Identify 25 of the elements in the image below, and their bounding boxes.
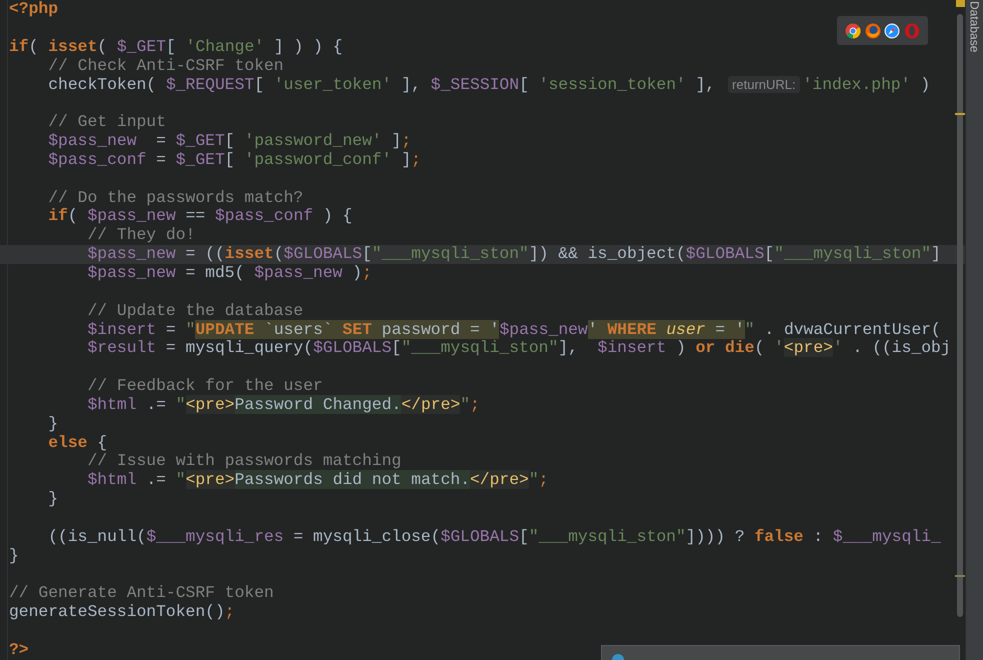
warning-marker (955, 575, 965, 577)
ring-icon[interactable] (844, 22, 861, 38)
code-line: // Get input (47, 111, 166, 133)
code-line: 'index.php' ) (802, 74, 930, 96)
code-line: // Do the passwords match? (47, 186, 304, 208)
warning-marker (955, 113, 965, 115)
globe-icon[interactable] (864, 22, 881, 38)
code-line: ?> (9, 638, 29, 660)
code-line: } (9, 544, 19, 567)
compass-icon[interactable] (884, 22, 900, 38)
code-line: $result = mysqli_query($GLOBALS["___mysqli_ston"], $insert ) or die( '<pre>' . ((is_obj (86, 338, 951, 360)
code-line: $html .= "<pre>Passwords did not match.</pre>"; (86, 469, 548, 492)
scrollbar-thumb[interactable] (957, 14, 963, 617)
code-line: // They do! (86, 224, 196, 246)
code-line: } (47, 488, 58, 510)
code-line: <?php (9, 0, 58, 20)
code-line: // Issue with passwords matching (86, 450, 402, 472)
info-icon (612, 654, 624, 660)
code-line: // Generate Anti-CSRF token (9, 582, 274, 604)
parameter-hint: returnURL: (728, 76, 800, 94)
warning-marker (956, 0, 965, 7)
database-tab[interactable]: Database (966, 1, 982, 660)
code-line: ((is_null($___mysqli_res = mysqli_close($GLOBALS["___mysqli_ston"]))) ? false : $___mysqli_ (47, 526, 941, 548)
code-line: if( $pass_new == $pass_conf ) { (47, 206, 352, 227)
code-line: generateSessionToken(); (9, 601, 235, 624)
